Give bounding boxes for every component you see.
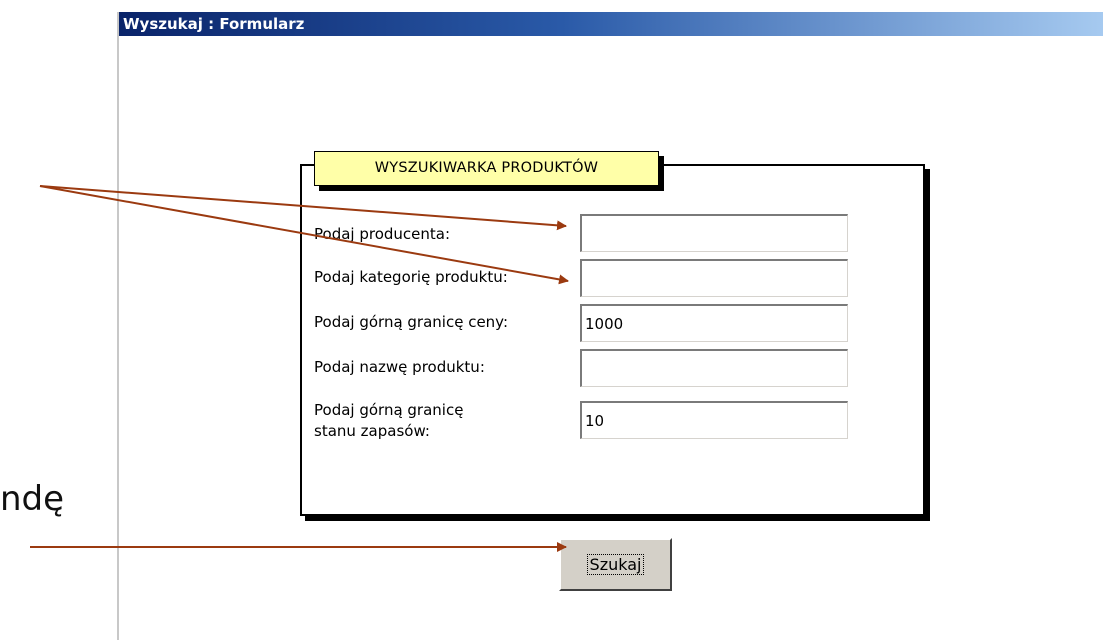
- arrow-to-producer: [39, 185, 567, 231]
- annotation-arrows: [30, 185, 569, 552]
- arrow-to-category: [39, 185, 569, 285]
